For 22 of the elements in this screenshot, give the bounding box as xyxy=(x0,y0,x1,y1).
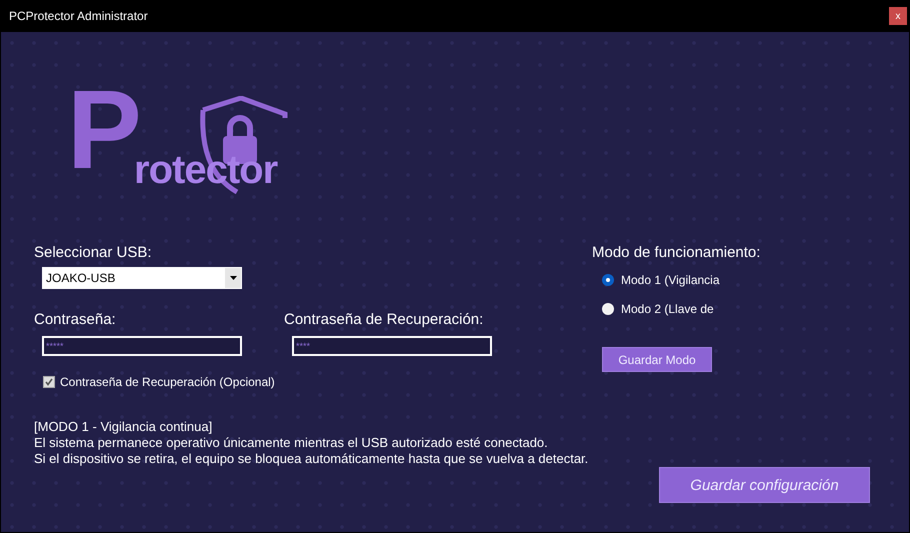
usb-label: Seleccionar USB: xyxy=(34,244,153,261)
checkbox-label: Contraseña de Recuperación (Opcional) xyxy=(60,375,275,389)
radio-button[interactable] xyxy=(602,303,614,315)
description-text: Si el dispositivo se retira, el equipo se bloquea automáticamente hasta que se vuelva a detectar. xyxy=(34,451,588,467)
password-field[interactable]: ***** xyxy=(42,336,242,356)
recovery-password-field[interactable]: **** xyxy=(292,336,492,356)
radio-label: Modo 2 (Llave de xyxy=(621,302,714,316)
mode-label: Modo de funcionamiento: xyxy=(592,244,760,261)
recovery-password-label: Contraseña de Recuperación: xyxy=(284,311,484,328)
usb-dropdown[interactable]: JOAKO-USB xyxy=(42,267,242,289)
password-label: Contraseña: xyxy=(34,311,117,328)
radio-label: Modo 1 (Vigilancia xyxy=(621,273,720,287)
caret-icon xyxy=(230,276,236,280)
description-text: El sistema permanece operativo únicamente mientras el USB autorizado esté conectado. xyxy=(34,435,549,451)
close-button[interactable]: x xyxy=(889,7,907,25)
radio-button[interactable] xyxy=(602,274,614,286)
description-text: [MODO 1 - Vigilancia continua] xyxy=(34,419,214,435)
save-configuration-button[interactable]: Guardar configuración xyxy=(659,467,870,503)
logo-letter: P xyxy=(67,74,138,186)
save-mode-button[interactable]: Guardar Modo xyxy=(602,347,712,372)
recovery-checkbox[interactable] xyxy=(43,376,55,388)
window-title: PCProtector Administrator xyxy=(9,9,148,23)
